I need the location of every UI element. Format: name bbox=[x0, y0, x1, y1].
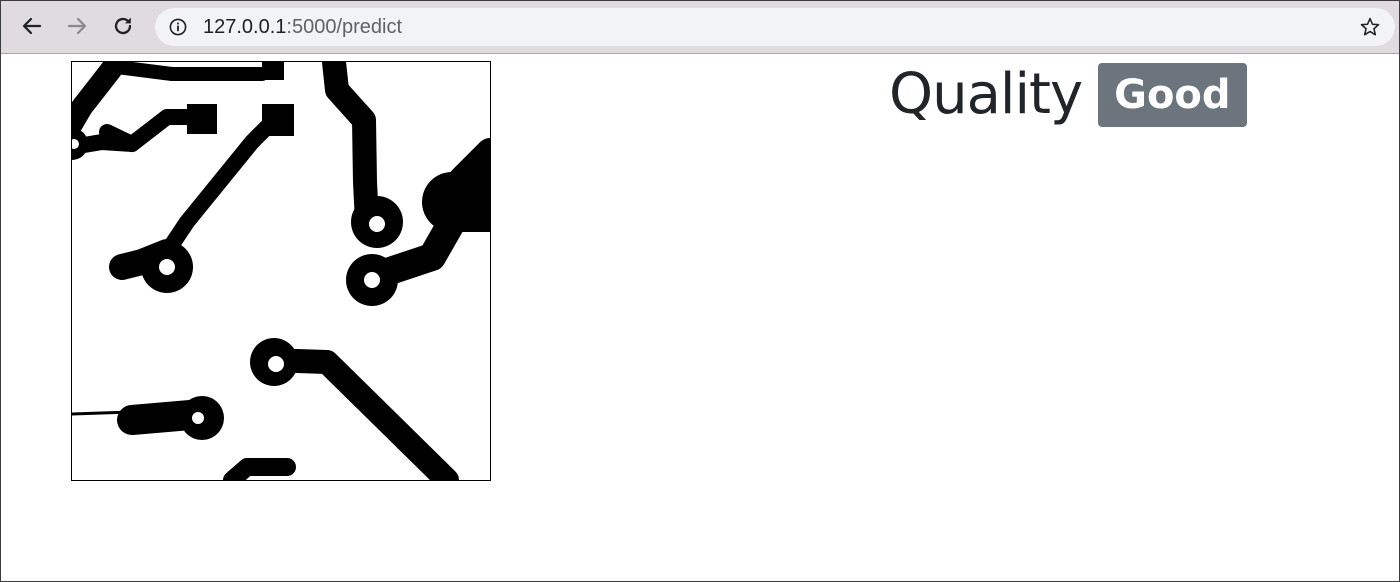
pcb-image bbox=[71, 61, 491, 481]
browser-toolbar: 127.0.0.1:5000/predict bbox=[1, 1, 1399, 54]
forward-button[interactable] bbox=[61, 10, 93, 42]
page-content: Quality Good bbox=[1, 54, 1399, 581]
url-host: 127.0.0.1 bbox=[203, 16, 287, 38]
address-bar[interactable]: 127.0.0.1:5000/predict bbox=[155, 8, 1395, 46]
reload-button[interactable] bbox=[107, 10, 139, 42]
arrow-left-icon bbox=[22, 17, 42, 35]
quality-label: Quality bbox=[889, 62, 1083, 127]
info-icon[interactable] bbox=[169, 18, 187, 36]
back-button[interactable] bbox=[16, 10, 48, 42]
quality-badge: Good bbox=[1098, 63, 1247, 127]
quality-heading: Quality Good bbox=[889, 60, 1247, 130]
reload-icon bbox=[114, 17, 132, 35]
star-icon[interactable] bbox=[1359, 16, 1381, 38]
url-text: 127.0.0.1:5000/predict bbox=[203, 16, 402, 38]
arrow-right-icon bbox=[67, 17, 87, 35]
url-path: :5000/predict bbox=[286, 16, 403, 38]
pcb-trace-image bbox=[72, 62, 490, 480]
browser-window: 127.0.0.1:5000/predict Quality Good bbox=[0, 0, 1400, 582]
